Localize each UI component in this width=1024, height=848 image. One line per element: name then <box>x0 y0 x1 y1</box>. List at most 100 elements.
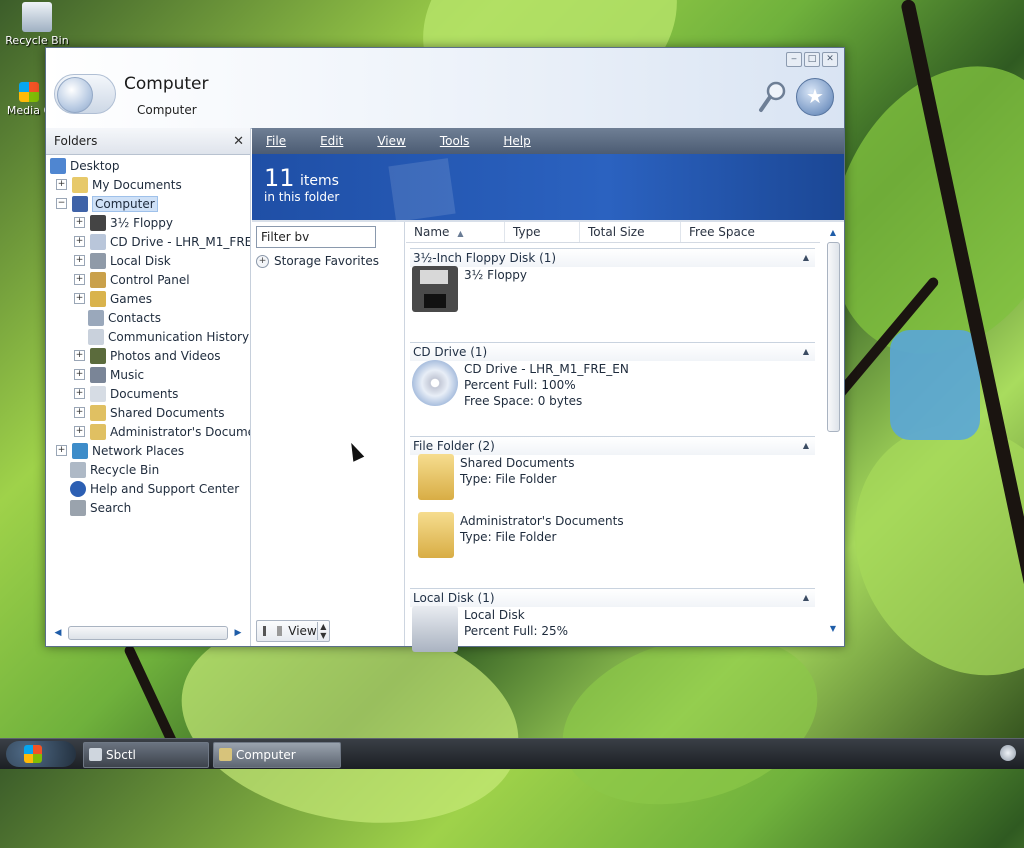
tree-item[interactable]: + Photos and Videos <box>74 346 221 365</box>
close-button[interactable]: ✕ <box>822 52 838 67</box>
expand-icon[interactable]: + <box>74 236 85 247</box>
tree-item-label: Network Places <box>92 443 185 458</box>
tree-item-label: Contacts <box>108 310 161 325</box>
horizontal-scrollbar[interactable]: ◀ ▶ <box>52 626 244 640</box>
tree-item[interactable]: − Computer <box>56 194 158 213</box>
menu-view[interactable]: View <box>371 134 411 148</box>
column-header-name[interactable]: Name ▲ <box>406 222 505 242</box>
collapse-group-icon[interactable]: ▲ <box>803 343 809 361</box>
scroll-up-icon[interactable]: ▲ <box>826 228 840 240</box>
group-header[interactable]: 3½-Inch Floppy Disk (1) ▲ <box>410 248 815 267</box>
title-bar[interactable]: Computer Computer ‒ □ ✕ ★ <box>46 48 844 129</box>
scroll-left-icon[interactable]: ◀ <box>52 628 64 638</box>
start-button[interactable] <box>6 741 76 767</box>
expand-icon[interactable]: + <box>74 255 85 266</box>
collapse-icon[interactable]: − <box>56 198 67 209</box>
file-item-details: 3½ Floppy <box>464 266 527 318</box>
expand-icon[interactable]: + <box>74 369 85 380</box>
tree-item[interactable]: + Music <box>74 365 144 384</box>
taskbar-button-sbctl[interactable]: Sbctl <box>83 742 209 768</box>
tree-item[interactable]: + Documents <box>74 384 178 403</box>
document-watermark-icon <box>388 158 456 222</box>
group-header-label: 3½-Inch Floppy Disk (1) <box>413 251 557 265</box>
column-header-free-space[interactable]: Free Space <box>681 222 789 242</box>
column-header-total-size[interactable]: Total Size <box>580 222 681 242</box>
back-button[interactable] <box>54 74 116 114</box>
scroll-right-icon[interactable]: ▶ <box>232 628 244 638</box>
menu-tools[interactable]: Tools <box>434 134 476 148</box>
tree-item[interactable]: Search <box>56 498 131 517</box>
file-item[interactable]: CD Drive - LHR_M1_FRE_EN Percent Full: 10… <box>412 360 629 412</box>
group-header-label: Local Disk (1) <box>413 591 495 605</box>
expand-icon[interactable]: + <box>74 217 85 228</box>
search-icon[interactable] <box>758 80 788 114</box>
tree-item[interactable]: Desktop <box>50 156 120 175</box>
photos-videos-icon <box>90 347 106 364</box>
collapse-group-icon[interactable]: ▲ <box>803 249 809 267</box>
tree-item[interactable]: +3½ Floppy <box>74 213 173 232</box>
menu-file[interactable]: File <box>260 134 292 148</box>
tree-item[interactable]: + CD Drive - LHR_M1_FRE_EN <box>74 232 250 251</box>
scroll-thumb[interactable] <box>827 242 840 432</box>
expand-icon[interactable]: + <box>74 407 85 418</box>
tree-item[interactable]: Communication History <box>74 327 249 346</box>
file-item[interactable]: Shared Documents Type: File Folder <box>412 454 574 506</box>
tree-item[interactable]: + Local Disk <box>74 251 171 270</box>
group-header[interactable]: Local Disk (1) ▲ <box>410 588 815 607</box>
breadcrumb[interactable]: Computer <box>137 103 197 117</box>
expand-icon[interactable]: + <box>74 426 85 437</box>
menu-help[interactable]: Help <box>497 134 536 148</box>
minimize-button[interactable]: ‒ <box>786 52 802 67</box>
tree-item[interactable]: + My Documents <box>56 175 182 194</box>
collapse-group-icon[interactable]: ▲ <box>803 589 809 607</box>
desktop-icon-recycle-bin[interactable]: Recycle Bin <box>2 2 72 47</box>
file-item-property: Free Space: 0 bytes <box>464 394 583 408</box>
folder-icon <box>219 748 232 761</box>
cd-drive-icon <box>90 233 106 250</box>
floppy-drive-icon <box>412 266 458 312</box>
close-folders-icon[interactable]: ✕ <box>233 134 244 149</box>
tree-item[interactable]: + Network Places <box>56 441 184 460</box>
tree-item-label: Photos and Videos <box>110 348 221 363</box>
tree-item[interactable]: Help and Support Center <box>56 479 239 498</box>
vertical-scrollbar[interactable]: ▲ ▼ <box>826 228 840 636</box>
tree-item[interactable]: + Administrator's Documents <box>74 422 250 441</box>
tree-item-label: Computer <box>92 195 158 212</box>
folder-icon <box>418 512 454 558</box>
menu-edit[interactable]: Edit <box>314 134 349 148</box>
view-spinner-icon[interactable]: ▲ ▼ <box>316 622 329 640</box>
tree-item[interactable]: Contacts <box>74 308 161 327</box>
tree-item[interactable]: + Games <box>74 289 152 308</box>
scroll-down-icon[interactable]: ▼ <box>826 624 840 636</box>
file-item[interactable]: Local Disk Percent Full: 25% <box>412 606 568 658</box>
collapse-group-icon[interactable]: ▲ <box>803 437 809 455</box>
favorites-star-icon[interactable]: ★ <box>796 78 834 116</box>
file-item[interactable]: 3½ Floppy <box>412 266 527 318</box>
tray-clock-icon[interactable] <box>1000 745 1016 761</box>
expand-icon[interactable]: + <box>56 445 67 456</box>
expand-icon[interactable]: + <box>74 274 85 285</box>
expand-icon[interactable]: + <box>74 293 85 304</box>
items-banner: 11 items in this folder <box>252 154 844 222</box>
expand-icon[interactable]: + <box>74 350 85 361</box>
column-header-type[interactable]: Type <box>505 222 580 242</box>
tree-item[interactable]: + Shared Documents <box>74 403 224 422</box>
expand-icon[interactable]: + <box>74 388 85 399</box>
group-header[interactable]: CD Drive (1) ▲ <box>410 342 815 361</box>
tree-item[interactable]: Recycle Bin <box>56 460 159 479</box>
maximize-button[interactable]: □ <box>804 52 820 67</box>
menu-label: View <box>377 134 406 148</box>
scroll-thumb[interactable] <box>68 626 228 640</box>
view-button[interactable]: View ▲ ▼ <box>256 620 330 642</box>
tree-item[interactable]: + Control Panel <box>74 270 190 289</box>
taskbar-button-computer[interactable]: Computer <box>213 742 341 768</box>
expand-icon[interactable]: + <box>56 179 67 190</box>
explorer-window: Computer Computer ‒ □ ✕ ★ Folders ✕ Desk… <box>45 47 845 652</box>
item-count: 11 <box>264 164 295 192</box>
storage-favorites[interactable]: + Storage Favorites <box>256 254 379 268</box>
filter-input[interactable] <box>256 226 376 248</box>
group-header[interactable]: File Folder (2) ▲ <box>410 436 815 455</box>
expand-icon[interactable]: + <box>256 254 269 268</box>
tree-item-label: Communication History <box>108 329 250 344</box>
file-item[interactable]: Administrator's Documents Type: File Fold… <box>412 512 624 564</box>
